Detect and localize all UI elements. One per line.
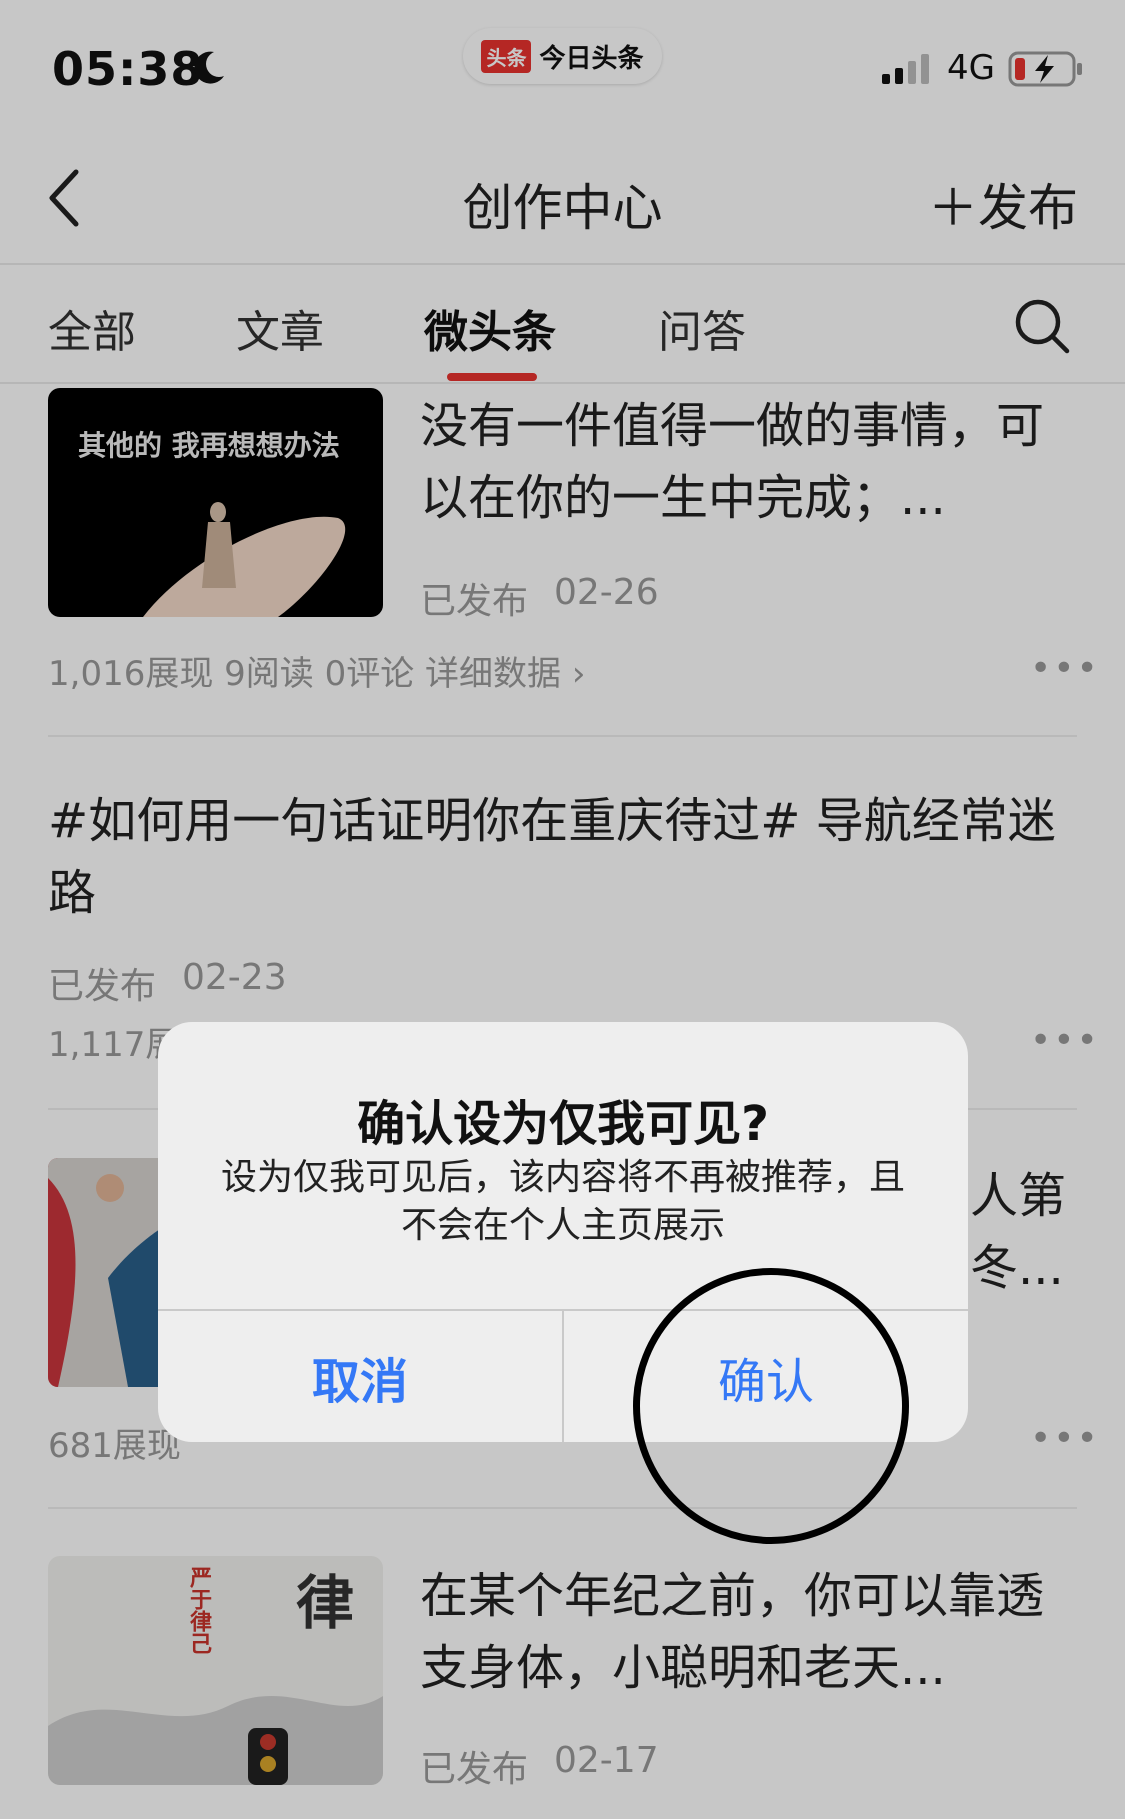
highlight-circle	[633, 1268, 909, 1544]
modal-backdrop[interactable]	[0, 0, 1125, 1819]
dialog-message: 设为仅我可见后，该内容将不再被推荐，且不会在个人主页展示	[220, 1157, 905, 1246]
dialog-title: 确认设为仅我可见?	[357, 1096, 769, 1152]
cancel-button[interactable]: 取消	[158, 1311, 562, 1442]
